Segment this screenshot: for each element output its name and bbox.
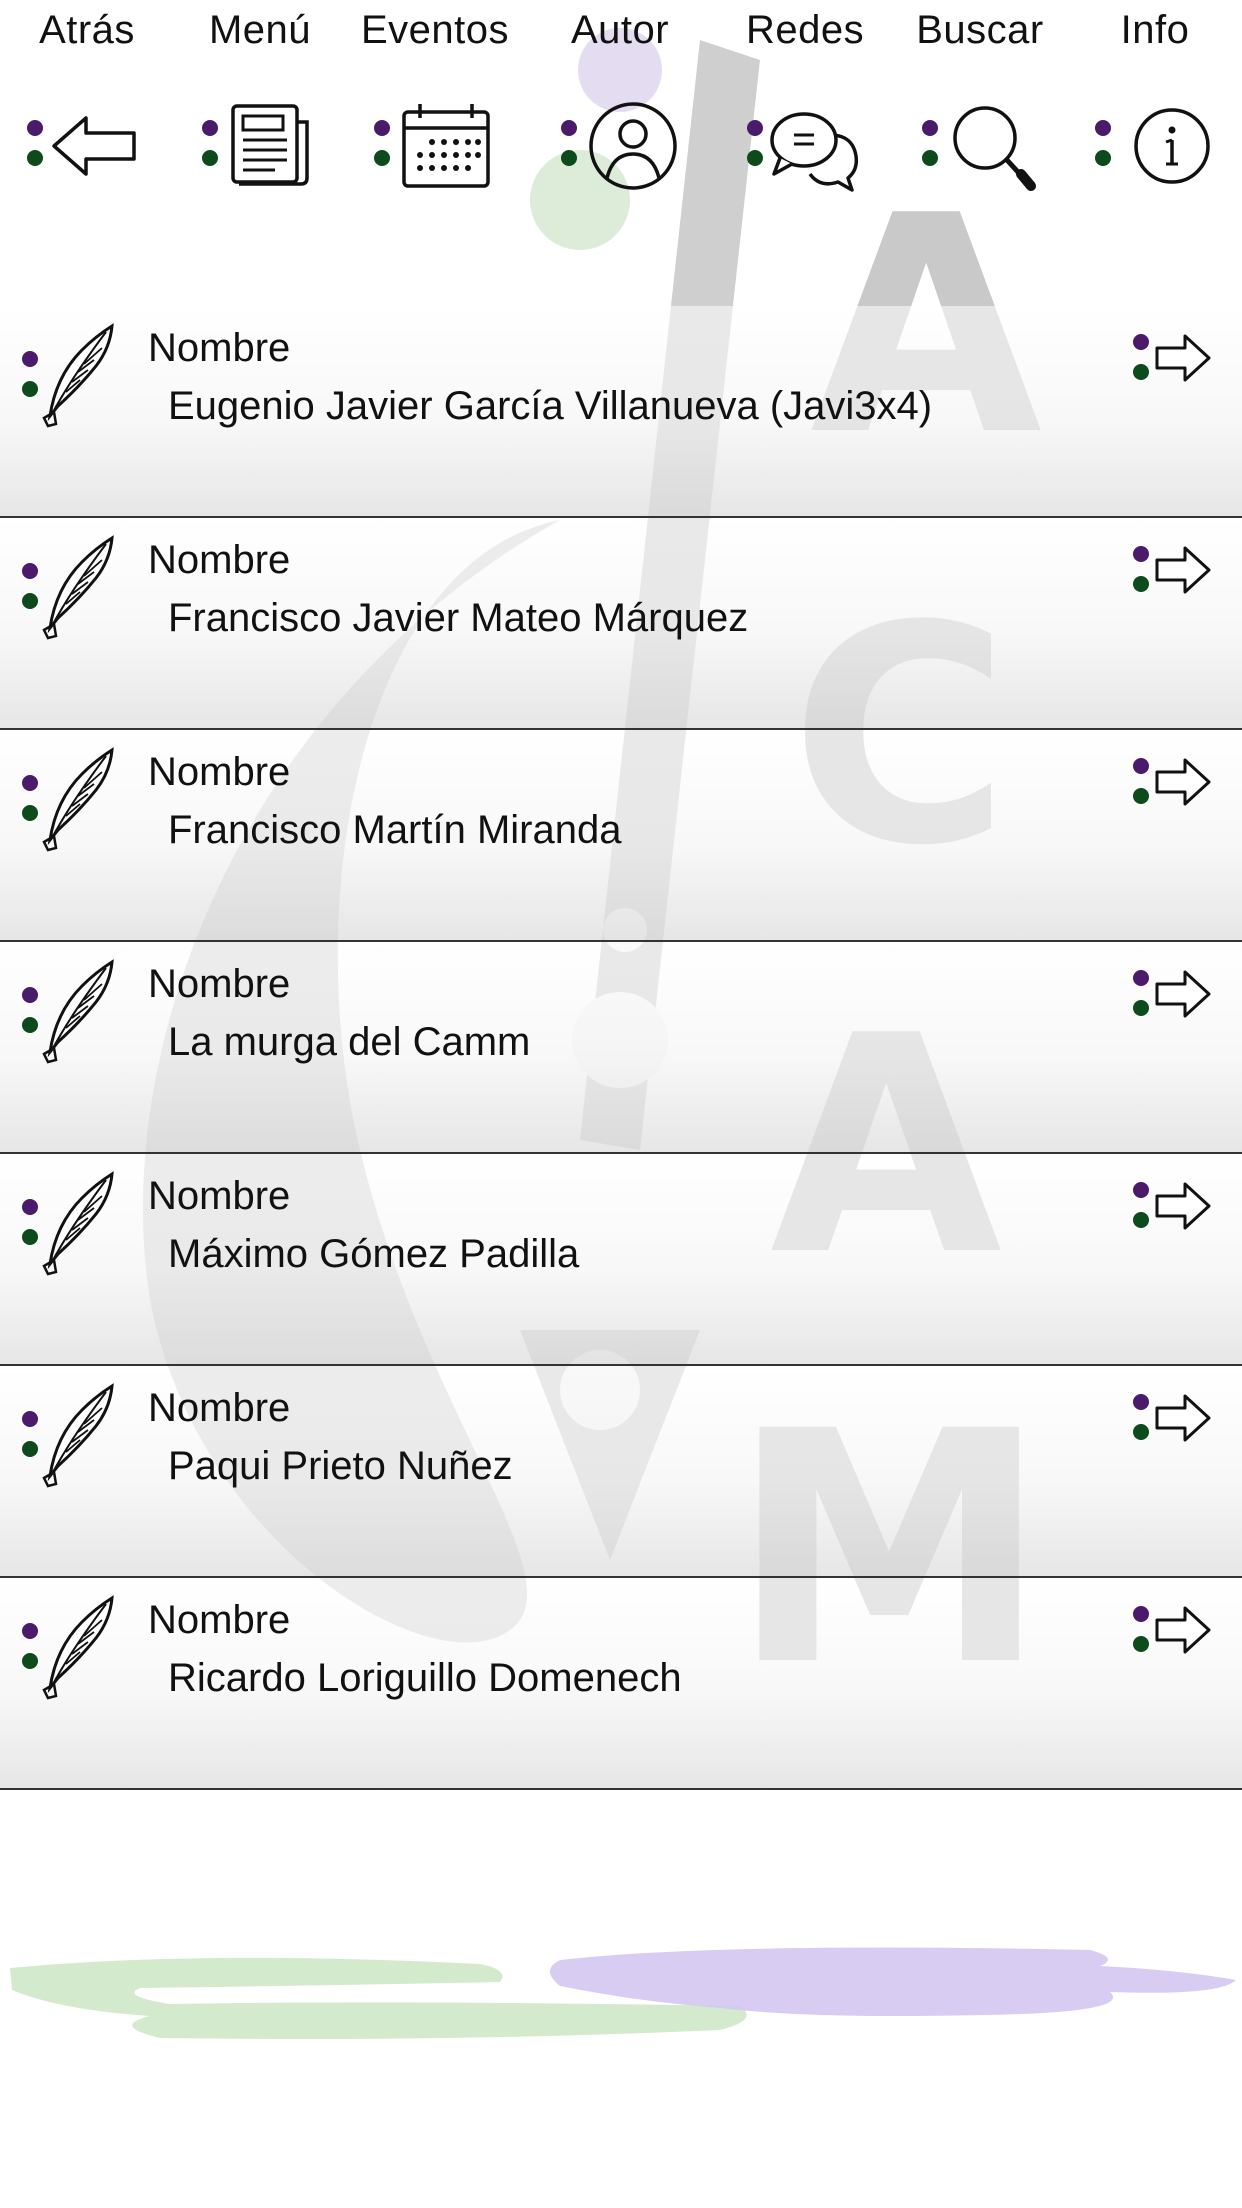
nav-label-info: Info	[1120, 8, 1190, 52]
arrow-right-icon	[1155, 546, 1211, 594]
open-author-button[interactable]	[1133, 964, 1213, 1034]
row-field-label: Nombre	[148, 1174, 291, 1218]
list-item[interactable]: Nombre Ricardo Loriguillo Domenech	[0, 1578, 1242, 1790]
info-icon	[1134, 108, 1210, 184]
quill-icon	[42, 747, 114, 852]
list-item[interactable]: Nombre Máximo Gómez Padilla	[0, 1154, 1242, 1366]
arrow-right-icon	[1155, 758, 1211, 806]
quill-icon	[42, 535, 114, 640]
arrow-right-icon	[1155, 334, 1211, 382]
row-field-label: Nombre	[148, 326, 291, 370]
newspaper-icon	[231, 104, 309, 186]
quill-icon	[42, 1383, 114, 1488]
top-navigation: Atrás Menú Eventos Autor Redes Buscar In…	[0, 0, 1242, 220]
open-author-button[interactable]	[1133, 328, 1213, 398]
open-author-button[interactable]	[1133, 1388, 1213, 1458]
list-item[interactable]: Nombre La murga del Camm	[0, 942, 1242, 1154]
author-list: Nombre Eugenio Javier García Villanueva …	[0, 306, 1242, 1790]
row-go-dots	[1133, 1394, 1151, 1446]
row-go-dots	[1133, 1606, 1151, 1658]
nav-info[interactable]: Info	[1070, 0, 1240, 200]
nav-label-events: Eventos	[360, 8, 510, 52]
nav-back[interactable]: Atrás	[2, 0, 172, 200]
nav-label-author: Autor	[570, 8, 670, 52]
nav-author[interactable]: Autor	[535, 0, 705, 200]
paint-strokes-decoration	[10, 1947, 1236, 2039]
arrow-right-icon	[1155, 970, 1211, 1018]
row-go-dots	[1133, 970, 1151, 1022]
list-item[interactable]: Nombre Eugenio Javier García Villanueva …	[0, 306, 1242, 518]
arrow-right-icon	[1155, 1182, 1211, 1230]
user-icon	[589, 102, 677, 190]
list-item[interactable]: Nombre Paqui Prieto Nuñez	[0, 1366, 1242, 1578]
quill-icon	[42, 1595, 114, 1700]
nav-events[interactable]: Eventos	[350, 0, 520, 200]
author-name: Máximo Gómez Padilla	[168, 1232, 580, 1276]
author-name: Francisco Javier Mateo Márquez	[168, 596, 749, 640]
quill-icon	[42, 323, 114, 428]
row-field-label: Nombre	[148, 1386, 291, 1430]
list-item[interactable]: Nombre Francisco Javier Mateo Márquez	[0, 518, 1242, 730]
back-arrow-icon	[52, 116, 136, 176]
row-go-dots	[1133, 334, 1151, 386]
nav-menu[interactable]: Menú	[175, 0, 345, 200]
row-field-label: Nombre	[148, 538, 291, 582]
search-icon	[953, 106, 1036, 191]
row-field-label: Nombre	[148, 1598, 291, 1642]
author-name: La murga del Camm	[168, 1020, 531, 1064]
row-go-dots	[1133, 546, 1151, 598]
calendar-icon	[402, 104, 490, 188]
list-item[interactable]: Nombre Francisco Martín Miranda	[0, 730, 1242, 942]
row-field-label: Nombre	[148, 750, 291, 794]
row-go-dots	[1133, 758, 1151, 810]
author-name: Paqui Prieto Nuñez	[168, 1444, 513, 1488]
author-name: Ricardo Loriguillo Domenech	[168, 1656, 682, 1700]
open-author-button[interactable]	[1133, 1600, 1213, 1670]
nav-label-search: Buscar	[916, 8, 1044, 52]
chat-bubbles-icon	[770, 112, 859, 192]
open-author-button[interactable]	[1133, 752, 1213, 822]
quill-icon	[42, 959, 114, 1064]
nav-label-menu: Menú	[208, 8, 312, 52]
quill-icon	[42, 1171, 114, 1276]
open-author-button[interactable]	[1133, 540, 1213, 610]
arrow-right-icon	[1155, 1394, 1211, 1442]
nav-label-social: Redes	[745, 8, 865, 52]
row-field-label: Nombre	[148, 962, 291, 1006]
open-author-button[interactable]	[1133, 1176, 1213, 1246]
row-go-dots	[1133, 1182, 1151, 1234]
nav-search[interactable]: Buscar	[895, 0, 1065, 200]
nav-social[interactable]: Redes	[720, 0, 890, 200]
author-name: Francisco Martín Miranda	[168, 808, 622, 852]
author-name: Eugenio Javier García Villanueva (Javi3x…	[168, 384, 933, 428]
arrow-right-icon	[1155, 1606, 1211, 1654]
nav-label-back: Atrás	[39, 8, 135, 52]
